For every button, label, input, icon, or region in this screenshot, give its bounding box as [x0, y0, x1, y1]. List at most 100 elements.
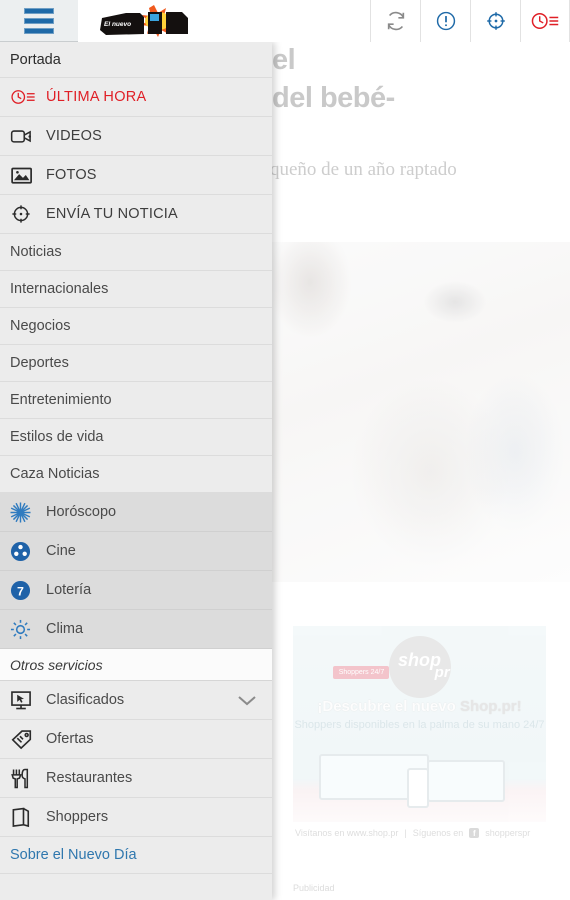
sidebar-item-videos[interactable]: VIDEOS [0, 117, 272, 156]
sidebar-item-clima[interactable]: Clima [0, 610, 272, 649]
hamburger-bar-1 [24, 7, 54, 14]
sidebar-item-portada[interactable]: Portada [0, 42, 272, 78]
sidebar-item-ultima-hora[interactable]: ÚLTIMA HORA [0, 78, 272, 117]
sidebar-item-label: Restaurantes [46, 770, 133, 786]
sidebar-item-label: Negocios [10, 318, 71, 334]
sidebar-item-label: Portada [10, 51, 61, 68]
alerts-button[interactable] [420, 0, 470, 42]
sidebar-item-horoscopo[interactable]: Horóscopo [0, 493, 272, 532]
article-subheadline: queño de un año raptado [270, 159, 457, 181]
sidebar-item-label: Ofertas [46, 731, 94, 747]
ad-badge: Shoppers 24/7 [333, 666, 390, 679]
publicidad-label: Publicidad [293, 883, 335, 893]
monitor-cursor-icon [10, 690, 44, 711]
lottery-seven-icon: 7 [10, 580, 44, 601]
sidebar-item-label: Cine [46, 543, 76, 559]
breaking-news-button[interactable] [520, 0, 570, 42]
sidebar-item-estilos-de-vida[interactable]: Estilos de vida [0, 419, 272, 456]
sidebar-item-clasificados[interactable]: Clasificados [0, 681, 272, 720]
advertisement-banner[interactable]: shop pr Shoppers 24/7 ¡Descubre el nuevo… [293, 626, 546, 822]
sidebar-item-label: Estilos de vida [10, 429, 104, 445]
sunburst-icon [10, 501, 44, 523]
sidebar-item-label: FOTOS [46, 167, 97, 183]
refresh-button[interactable] [370, 0, 420, 42]
sidebar-item-restaurantes[interactable]: Restaurantes [0, 759, 272, 798]
price-tag-icon [10, 729, 44, 750]
ad-logo-pr: pr [434, 664, 450, 681]
chevron-down-icon[interactable] [236, 693, 258, 707]
sidebar-item-label: Horóscopo [46, 504, 117, 520]
refresh-icon [387, 11, 404, 30]
sidebar-item-sobre-el-nuevo-dia[interactable]: Sobre el Nuevo Día [0, 837, 272, 874]
svg-text:7: 7 [17, 584, 24, 598]
sidebar-item-label: Sobre el Nuevo Día [10, 847, 137, 863]
article-headline-line2: del bebé- [272, 81, 395, 114]
sidebar-item-cine[interactable]: Cine [0, 532, 272, 571]
article-photo [270, 242, 570, 582]
toolbar-buttons [370, 0, 570, 42]
sidebar-item-internacionales[interactable]: Internacionales [0, 271, 272, 308]
sidebar-item-deportes[interactable]: Deportes [0, 345, 272, 382]
sidebar-item-label: Lotería [46, 582, 92, 598]
ad-devices-image [319, 752, 519, 808]
sidebar-item-label: VIDEOS [46, 128, 102, 144]
sidebar-item-label: ENVÍA TU NOTICIA [46, 206, 178, 222]
services-group: Horóscopo Cine 7 Lotería Clima [0, 493, 272, 649]
sidebar-item-label: Shoppers [46, 809, 109, 825]
section-header-label: Otros servicios [10, 656, 103, 673]
ad-footer-separator: | [404, 828, 407, 838]
sidebar-item-label: Clasificados [46, 692, 125, 708]
sidebar-item-ofertas[interactable]: Ofertas [0, 720, 272, 759]
sidebar-item-entretenimiento[interactable]: Entretenimiento [0, 382, 272, 419]
sun-icon [10, 619, 44, 640]
sidebar-item-caza-noticias[interactable]: Caza Noticias [0, 456, 272, 493]
tablet-icon [427, 760, 505, 802]
sidebar-item-label: Clima [46, 621, 84, 637]
sidebar-item-label: Noticias [10, 244, 62, 260]
book-icon [10, 807, 44, 828]
ad-footer: Visítanos en www.shop.pr | Síguenos en f… [295, 828, 545, 838]
ad-headline: ¡Descubre el nuevo Shop.pr! [293, 698, 546, 715]
el-nuevo-dia-logo-svg: El nuevo [100, 4, 188, 37]
phone-icon [407, 768, 429, 808]
alert-icon [436, 11, 455, 30]
navigation-drawer: Portada ÚLTIMA HORA VIDEOS FOTOS ENVÍA T… [0, 42, 272, 900]
sidebar-item-loteria[interactable]: 7 Lotería [0, 571, 272, 610]
sidebar-item-label: ÚLTIMA HORA [46, 89, 147, 105]
facebook-icon: f [469, 828, 480, 838]
ad-headline-white: ¡Descubre el nuevo [317, 698, 460, 715]
clock-lines-icon [10, 88, 44, 106]
article-headline-block: el del bebé- queño de un año raptado [270, 42, 570, 181]
top-toolbar: El nuevo [0, 0, 570, 42]
sidebar-item-shoppers[interactable]: Shoppers [0, 798, 272, 837]
video-camera-icon [10, 127, 44, 145]
sidebar-item-label: Caza Noticias [10, 466, 100, 482]
ad-visit-text: Visítanos en www.shop.pr [295, 828, 399, 838]
hamburger-bar-2 [24, 17, 54, 24]
sidebar-item-fotos[interactable]: FOTOS [0, 156, 272, 195]
otros-servicios-header: Otros servicios [0, 649, 272, 681]
cutlery-icon [10, 768, 44, 789]
send-news-button[interactable] [470, 0, 520, 42]
sidebar-item-envia-tu-noticia[interactable]: ENVÍA TU NOTICIA [0, 195, 272, 234]
app-logo[interactable]: El nuevo [78, 0, 370, 42]
ad-handle-text: shopperspr [485, 828, 531, 838]
ad-headline-grey: Shop.pr! [459, 698, 522, 715]
sidebar-filler [0, 874, 272, 900]
sidebar-item-label: Internacionales [10, 281, 109, 297]
sidebar-item-label: Deportes [10, 355, 69, 371]
sidebar-item-negocios[interactable]: Negocios [0, 308, 272, 345]
crosshair-icon [10, 203, 44, 225]
app-root: El nuevo el del bebé- queño de un año ra… [0, 0, 570, 900]
hamburger-bar-3 [24, 27, 54, 34]
hamburger-icon[interactable] [0, 0, 78, 42]
svg-text:El nuevo: El nuevo [104, 21, 131, 28]
article-headline-line1: el [272, 44, 296, 76]
photo-icon [10, 166, 44, 185]
sidebar-item-label: Entretenimiento [10, 392, 112, 408]
logo-graphic: El nuevo [96, 4, 208, 38]
sidebar-item-noticias[interactable]: Noticias [0, 234, 272, 271]
crosshair-icon [486, 11, 505, 30]
ad-subline: Shoppers disponibles en la palma de su m… [294, 719, 545, 731]
ad-follow-text: Síguenos en [412, 828, 464, 838]
